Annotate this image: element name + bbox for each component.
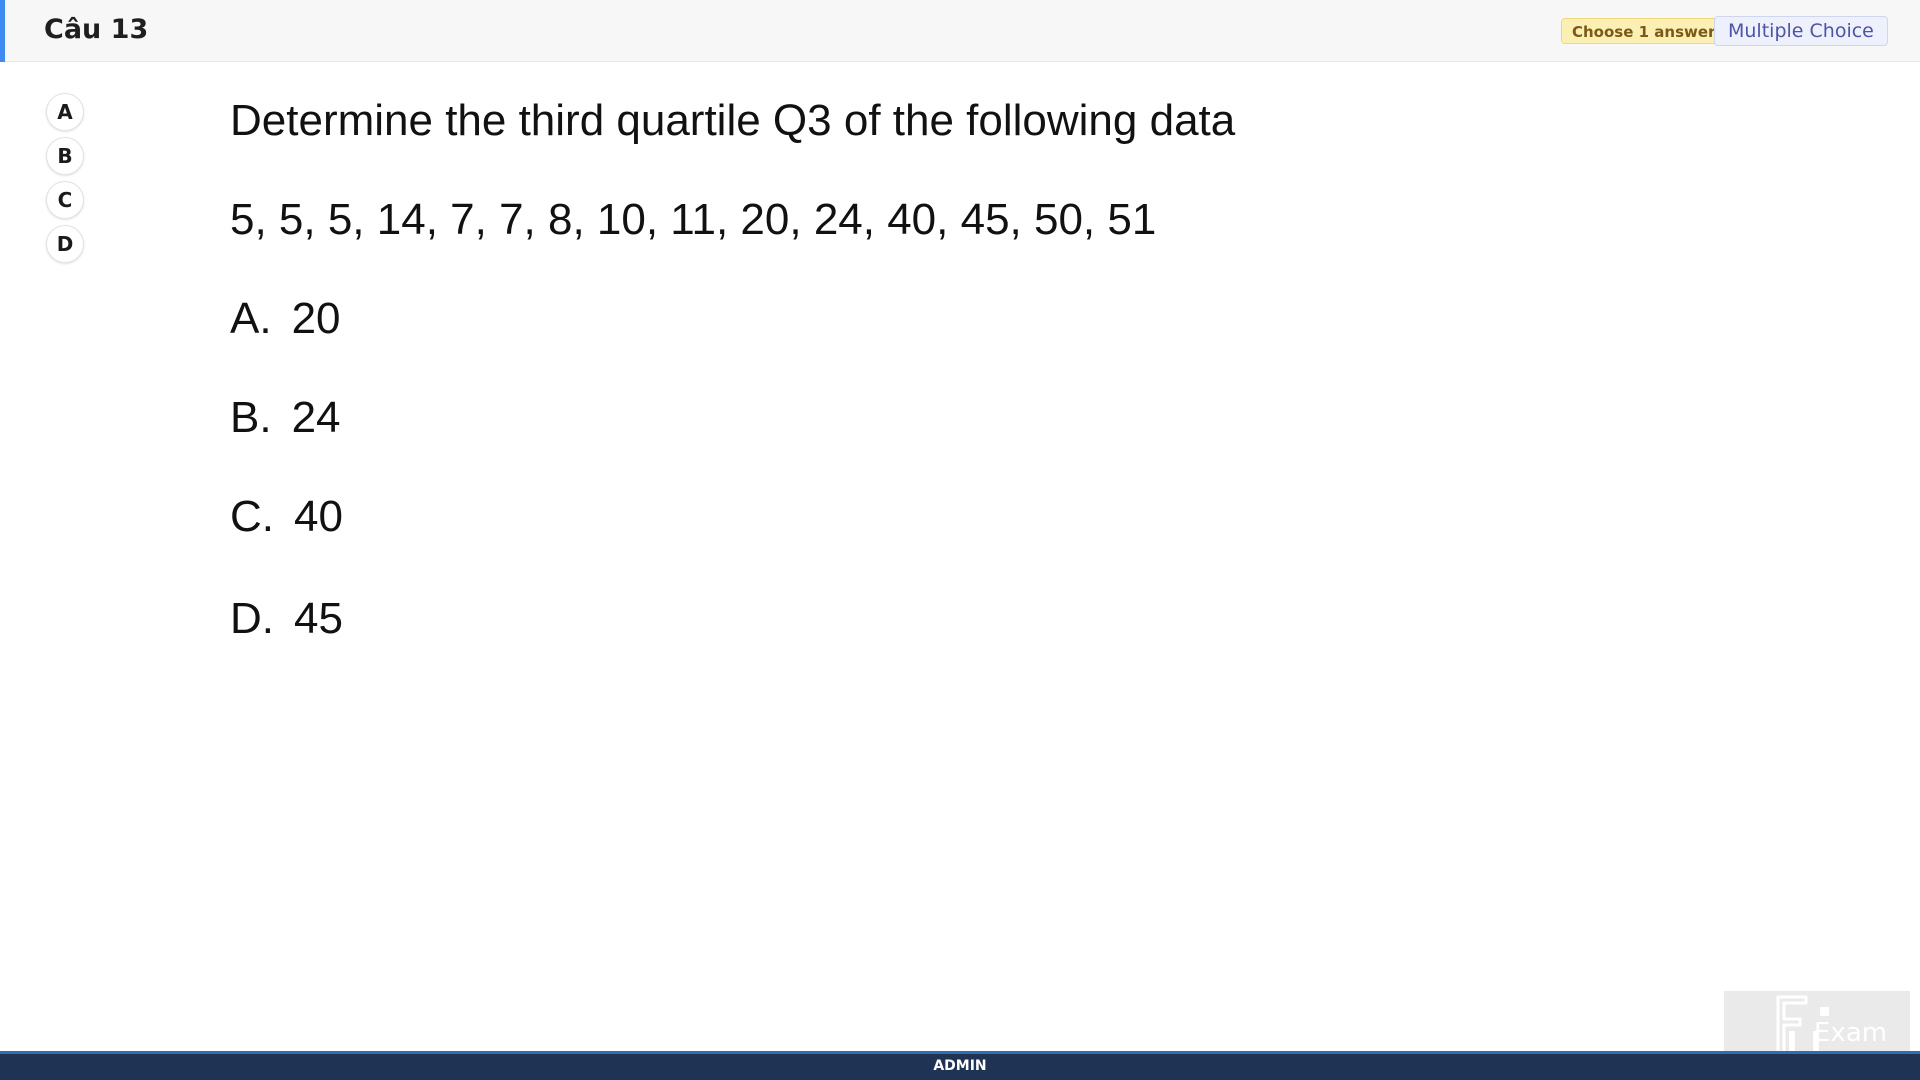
choice-c-value: 40 <box>294 492 343 541</box>
answer-option-list: A B C D <box>46 93 84 269</box>
answer-option-c[interactable]: C <box>46 181 84 219</box>
question-number-title: Câu 13 <box>44 14 149 45</box>
answer-option-a[interactable]: A <box>46 93 84 131</box>
question-type-badge: Multiple Choice <box>1714 16 1888 46</box>
question-prompt: Determine the third quartile Q3 of the f… <box>230 96 1236 145</box>
choice-d: D. 45 <box>230 593 343 645</box>
choice-c: C. 40 <box>230 491 343 543</box>
choice-a: A. 20 <box>230 293 341 345</box>
choice-a-letter: A. <box>230 294 272 343</box>
choice-d-value: 45 <box>294 594 343 643</box>
question-header: Câu 13 Choose 1 answer Multiple Choice <box>0 0 1920 62</box>
choice-b-value: 24 <box>291 393 341 442</box>
answer-option-d[interactable]: D <box>46 225 84 263</box>
choice-d-letter: D. <box>230 594 274 643</box>
logo-text: Exam <box>1814 1018 1887 1048</box>
choice-b-letter: B. <box>230 393 272 442</box>
footer-bar: ADMIN <box>0 1051 1920 1080</box>
question-data-values: 5, 5, 5, 14, 7, 7, 8, 10, 11, 20, 24, 40… <box>230 195 1157 244</box>
choice-a-value: 20 <box>291 294 341 343</box>
choice-c-letter: C. <box>230 492 274 541</box>
footer-user-label: ADMIN <box>933 1058 987 1074</box>
choose-count-badge: Choose 1 answer <box>1561 18 1727 44</box>
choice-b: B. 24 <box>230 392 341 444</box>
header-accent-bar <box>0 0 5 62</box>
answer-option-b[interactable]: B <box>46 137 84 175</box>
